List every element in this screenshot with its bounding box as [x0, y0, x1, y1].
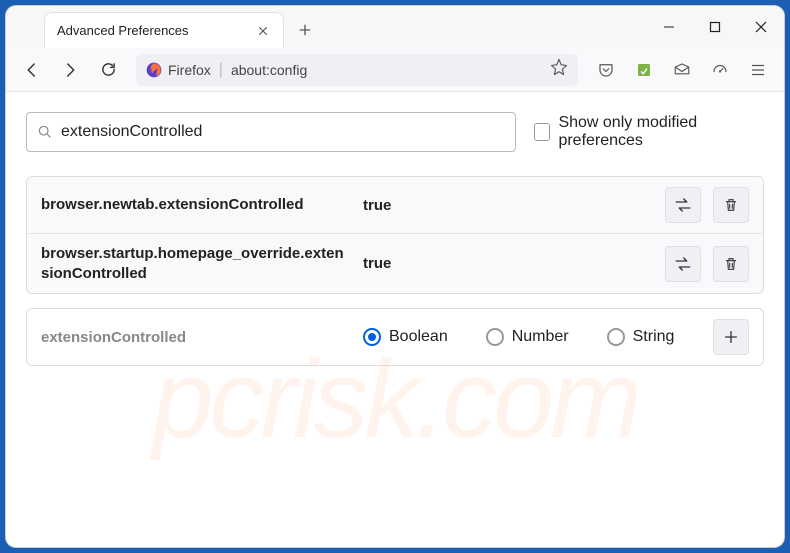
preference-row: browser.startup.homepage_override.extens…: [27, 233, 763, 293]
window-controls: [646, 6, 784, 48]
modified-only-checkbox[interactable]: Show only modified preferences: [534, 114, 764, 150]
minimize-button[interactable]: [646, 6, 692, 48]
extension-icon[interactable]: [628, 54, 660, 86]
search-icon: [37, 124, 53, 140]
preference-value: true: [363, 255, 653, 272]
titlebar: Advanced Preferences: [6, 6, 784, 48]
checkbox-icon[interactable]: [534, 123, 550, 141]
type-radio-group: Boolean Number String: [363, 328, 701, 346]
preference-list: browser.newtab.extensionControlled true …: [26, 176, 764, 294]
new-tab-button[interactable]: [290, 15, 320, 45]
radio-boolean[interactable]: Boolean: [363, 328, 448, 346]
url-bar[interactable]: Firefox | about:config: [136, 54, 578, 86]
new-preference-row: extensionControlled Boolean Number Strin…: [26, 308, 764, 366]
close-window-button[interactable]: [738, 6, 784, 48]
urlbar-separator: |: [219, 61, 223, 79]
radio-number[interactable]: Number: [486, 328, 569, 346]
new-preference-name: extensionControlled: [41, 329, 351, 346]
toggle-button[interactable]: [665, 187, 701, 223]
mail-icon[interactable]: [666, 54, 698, 86]
radio-icon: [486, 328, 504, 346]
url-text: about:config: [231, 62, 542, 78]
radio-label: Number: [512, 328, 569, 346]
search-input[interactable]: [61, 123, 505, 141]
browser-toolbar: Firefox | about:config: [6, 48, 784, 92]
page-content: pcrisk.com Show only modified preference…: [6, 92, 784, 547]
forward-button[interactable]: [54, 54, 86, 86]
delete-button[interactable]: [713, 246, 749, 282]
preference-name: browser.startup.homepage_override.extens…: [41, 244, 351, 283]
back-button[interactable]: [16, 54, 48, 86]
menu-icon[interactable]: [742, 54, 774, 86]
reload-button[interactable]: [92, 54, 124, 86]
bookmark-star-icon[interactable]: [550, 58, 568, 81]
add-button[interactable]: [713, 319, 749, 355]
toolbar-right: [590, 54, 774, 86]
radio-label: Boolean: [389, 328, 448, 346]
preference-value: true: [363, 197, 653, 214]
firefox-icon: [146, 62, 162, 78]
toggle-button[interactable]: [665, 246, 701, 282]
brand-label: Firefox: [168, 62, 211, 78]
preference-name: browser.newtab.extensionControlled: [41, 195, 351, 215]
delete-button[interactable]: [713, 187, 749, 223]
radio-label: String: [633, 328, 675, 346]
close-tab-icon[interactable]: [255, 23, 271, 39]
dashboard-icon[interactable]: [704, 54, 736, 86]
pocket-icon[interactable]: [590, 54, 622, 86]
search-box[interactable]: [26, 112, 516, 152]
tab-title: Advanced Preferences: [57, 23, 255, 38]
browser-window: Advanced Preferences Firefox: [6, 6, 784, 547]
search-row: Show only modified preferences: [26, 112, 764, 152]
maximize-button[interactable]: [692, 6, 738, 48]
radio-string[interactable]: String: [607, 328, 675, 346]
firefox-brand: Firefox: [146, 62, 211, 78]
browser-tab[interactable]: Advanced Preferences: [44, 12, 284, 48]
radio-icon: [607, 328, 625, 346]
radio-icon: [363, 328, 381, 346]
preference-row: browser.newtab.extensionControlled true: [27, 177, 763, 233]
checkbox-label: Show only modified preferences: [558, 114, 764, 150]
